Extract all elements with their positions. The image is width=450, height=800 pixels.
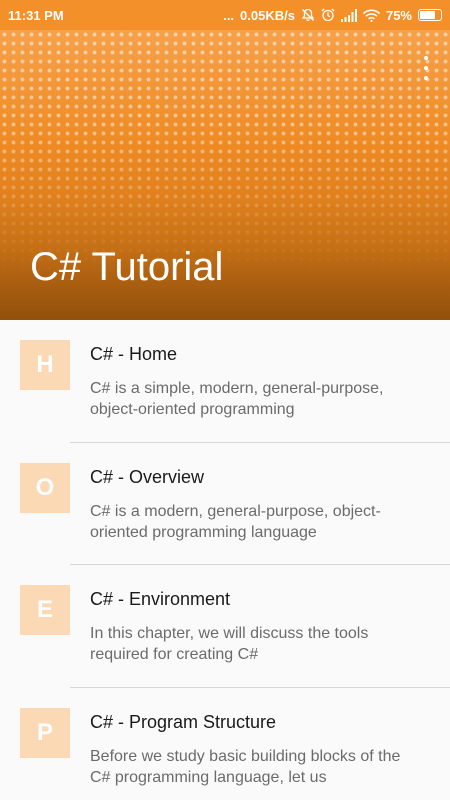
- status-indicators: ... 0.05KB/s 75%: [223, 8, 442, 23]
- page-title: C# Tutorial: [30, 245, 224, 289]
- battery-fill: [420, 11, 435, 19]
- list-item-home[interactable]: H C# - Home C# is a simple, modern, gene…: [0, 320, 450, 443]
- alarm-icon: [321, 8, 335, 22]
- app-header: C# Tutorial: [0, 30, 450, 320]
- item-title: C# - Home: [90, 344, 178, 364]
- status-bar: 11:31 PM ... 0.05KB/s 75%: [0, 0, 450, 30]
- letter-avatar: E: [20, 585, 70, 635]
- signal-bars-icon: [340, 8, 357, 22]
- item-description: Before we study basic building blocks of…: [90, 747, 401, 786]
- network-speed: 0.05KB/s: [240, 7, 295, 23]
- mute-bell-icon: [301, 8, 315, 22]
- overflow-menu-icon[interactable]: [420, 56, 432, 80]
- tutorial-list: H C# - Home C# is a simple, modern, gene…: [0, 320, 450, 800]
- item-title: C# - Environment: [90, 589, 231, 609]
- letter-avatar: O: [20, 462, 70, 513]
- battery-icon: [418, 9, 442, 21]
- item-description: In this chapter, we will discuss the too…: [90, 625, 369, 663]
- battery-percent: 75%: [385, 7, 412, 23]
- letter-avatar: H: [20, 340, 70, 390]
- wifi-icon: [362, 9, 380, 22]
- item-description: C# is a simple, modern, general-purpose,…: [90, 380, 384, 418]
- list-item-environment[interactable]: E C# - Environment In this chapter, we w…: [0, 565, 450, 688]
- status-time: 11:31 PM: [8, 7, 64, 23]
- letter-avatar: P: [20, 707, 70, 758]
- item-description: C# is a modern, general-purpose, object-…: [90, 502, 381, 541]
- item-title: C# - Overview: [90, 466, 205, 487]
- item-title: C# - Program Structure: [90, 711, 277, 732]
- status-dots: ...: [223, 7, 235, 23]
- list-item-overview[interactable]: O C# - Overview C# is a modern, general-…: [0, 443, 450, 565]
- list-item-program-structure[interactable]: P C# - Program Structure Before we study…: [0, 688, 450, 800]
